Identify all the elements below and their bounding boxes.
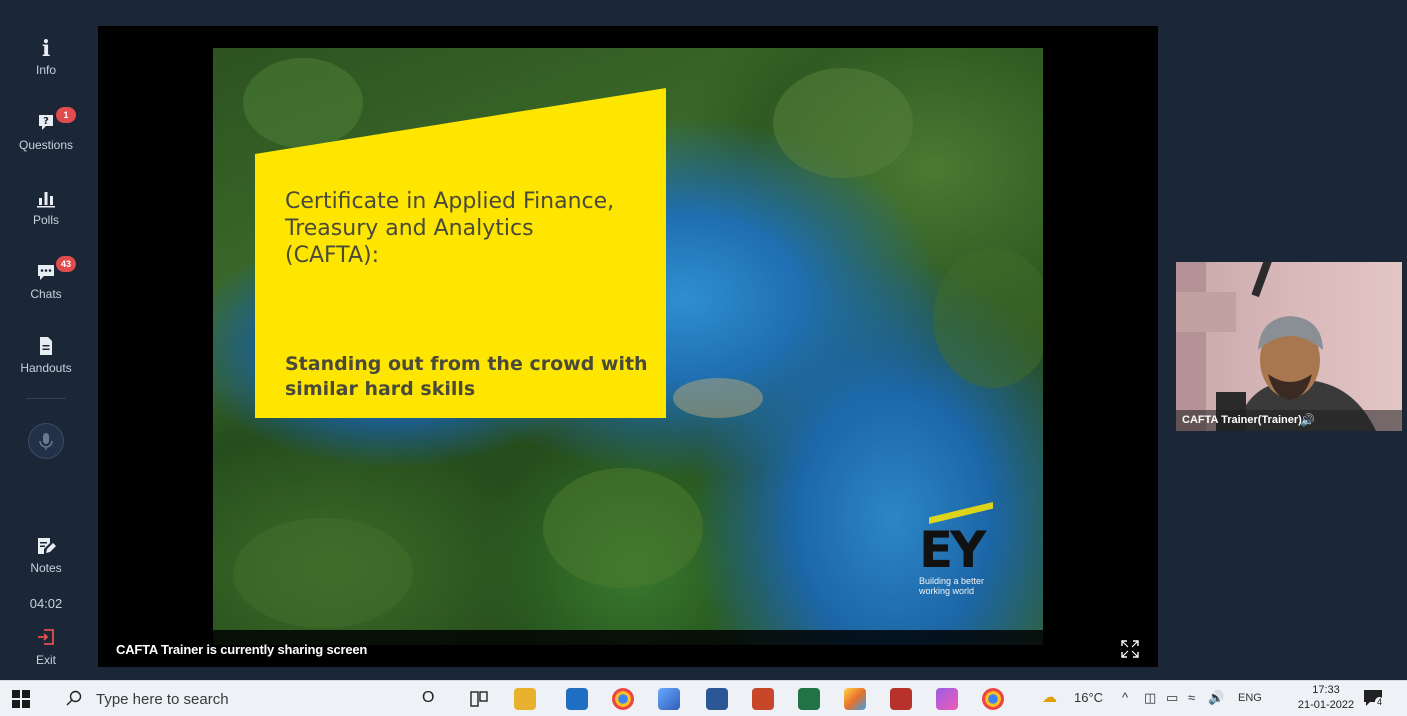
microphone-button[interactable] xyxy=(28,423,64,459)
sidebar-item-notes[interactable]: Notes xyxy=(0,536,92,575)
sidebar-item-label: Info xyxy=(35,63,56,77)
excel-icon[interactable] xyxy=(798,688,820,710)
mail-icon[interactable] xyxy=(566,688,588,710)
svg-text:?: ? xyxy=(43,116,49,127)
sidebar-item-info[interactable]: i Info xyxy=(0,38,92,77)
weather-icon[interactable]: ☁ xyxy=(1042,688,1057,706)
sidebar-item-handouts[interactable]: Handouts xyxy=(0,336,92,375)
search-placeholder: Type here to search xyxy=(96,691,229,708)
slide-title: Certificate in Applied Finance, Treasury… xyxy=(285,189,615,268)
forest-texture xyxy=(243,58,363,148)
chrome-icon[interactable] xyxy=(612,688,634,710)
sidebar-item-questions[interactable]: ? 1 Questions xyxy=(0,107,92,152)
search-icon xyxy=(66,690,82,706)
presentation-slide: Certificate in Applied Finance, Treasury… xyxy=(213,48,1043,645)
task-view-icon[interactable] xyxy=(468,688,490,710)
cortana-icon[interactable]: O xyxy=(422,689,434,707)
trainer-video-feed xyxy=(1176,262,1376,431)
weather-temp[interactable]: 16°C xyxy=(1074,690,1103,705)
speaker-icon: 🔊 xyxy=(1300,413,1315,427)
access-icon[interactable] xyxy=(890,688,912,710)
shoreline xyxy=(673,378,763,418)
notification-count: 4 xyxy=(1375,697,1385,707)
app-icon[interactable] xyxy=(658,688,680,710)
paint-icon[interactable] xyxy=(844,688,866,710)
question-icon: ? xyxy=(0,113,92,135)
sidebar-item-label: Notes xyxy=(30,561,62,575)
slide-subtitle: Standing out from the crowd with similar… xyxy=(285,353,648,400)
sidebar-item-label: Questions xyxy=(18,138,74,152)
word-icon[interactable] xyxy=(706,688,728,710)
chat-icon xyxy=(0,262,92,284)
ey-tagline: Building a better working world xyxy=(919,576,985,596)
forest-texture xyxy=(933,248,1043,388)
forest-texture xyxy=(773,68,913,178)
sidebar-item-label: Chats xyxy=(30,287,62,301)
expand-icon xyxy=(1121,640,1139,658)
info-icon: i xyxy=(41,36,51,62)
sidebar-item-label: Exit xyxy=(35,653,56,667)
sidebar-item-label: Handouts xyxy=(20,361,72,375)
windows-icon xyxy=(12,690,30,708)
session-timer: 04:02 xyxy=(29,596,63,611)
sidebar-item-exit[interactable]: Exit xyxy=(0,628,92,667)
tray-chevron-up-icon[interactable]: ^ xyxy=(1122,690,1128,705)
video-name-label: CAFTA Trainer(Trainer) 🔊 xyxy=(1176,410,1402,431)
powerpoint-icon[interactable] xyxy=(752,688,774,710)
volume-icon[interactable]: 🔊 xyxy=(1208,690,1224,706)
questions-badge: 1 xyxy=(56,107,76,123)
snipping-tool-icon[interactable] xyxy=(936,688,958,710)
notification-center-button[interactable]: 4 xyxy=(1362,688,1388,710)
windows-taskbar: Type here to search O ☁ 16°C ^ ◫ ▭ ≈ 🔊 E… xyxy=(0,680,1407,716)
taskbar-clock[interactable]: 17:33 21-01-2022 xyxy=(1296,683,1356,713)
fullscreen-button[interactable] xyxy=(1120,639,1140,659)
clock-time: 17:33 xyxy=(1312,684,1340,696)
file-explorer-icon[interactable] xyxy=(514,688,536,710)
taskbar-search[interactable]: Type here to search xyxy=(52,681,398,716)
chats-badge: 43 xyxy=(56,256,76,272)
sidebar: i Info ? 1 Questions Polls 43 Chats Hand… xyxy=(0,0,92,680)
ey-logo: EY Building a better working world xyxy=(919,521,1009,596)
exit-icon xyxy=(0,628,92,650)
tray-app-icon[interactable]: ◫ xyxy=(1144,690,1156,706)
trainer-video-tile[interactable]: CAFTA Trainer(Trainer) 🔊 xyxy=(1176,262,1402,431)
sidebar-item-polls[interactable]: Polls xyxy=(0,188,92,227)
wifi-icon[interactable]: ≈ xyxy=(1188,690,1195,705)
microphone-icon xyxy=(39,433,53,450)
document-icon xyxy=(0,336,92,358)
notes-icon xyxy=(0,536,92,558)
ey-logo-text: EY xyxy=(919,521,986,579)
clock-date: 21-01-2022 xyxy=(1297,699,1355,711)
battery-icon[interactable]: ▭ xyxy=(1166,690,1178,706)
bar-chart-icon xyxy=(0,188,92,210)
sidebar-item-chats[interactable]: 43 Chats xyxy=(0,256,92,301)
forest-texture xyxy=(233,518,413,628)
forest-texture xyxy=(543,468,703,588)
sidebar-item-label: Polls xyxy=(32,213,59,227)
language-indicator[interactable]: ENG xyxy=(1238,692,1262,704)
chrome-icon[interactable] xyxy=(982,688,1004,710)
share-status-text: CAFTA Trainer is currently sharing scree… xyxy=(116,642,368,657)
share-status-bar: CAFTA Trainer is currently sharing scree… xyxy=(98,630,1158,667)
sidebar-divider xyxy=(26,398,66,399)
trainer-name: CAFTA Trainer(Trainer) xyxy=(1182,414,1302,426)
start-button[interactable] xyxy=(12,690,30,708)
screen-share-stage: Certificate in Applied Finance, Treasury… xyxy=(98,26,1158,667)
